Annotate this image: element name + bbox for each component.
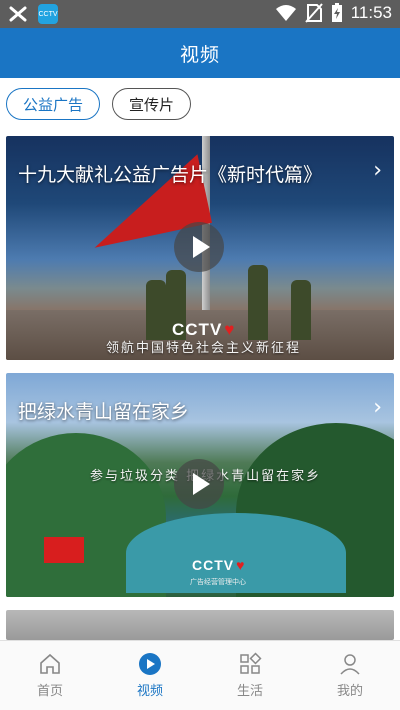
notification-icon bbox=[9, 6, 27, 22]
nav-item-profile[interactable]: 我的 bbox=[300, 641, 400, 710]
chip-public-service-ads[interactable]: 公益广告 bbox=[6, 88, 101, 120]
play-button[interactable] bbox=[174, 459, 224, 509]
life-grid-icon bbox=[240, 652, 262, 674]
nav-item-home[interactable]: 首页 bbox=[0, 641, 100, 710]
clock: 11:53 bbox=[350, 3, 392, 22]
video-card[interactable]: 十九大献礼公益广告片《新时代篇》 › CCTV ♥ 领航中国特色社会主义新征程 bbox=[6, 136, 394, 360]
video-title: 十九大献礼公益广告片《新时代篇》 bbox=[18, 164, 323, 186]
play-icon bbox=[192, 473, 210, 495]
video-play-icon bbox=[139, 653, 161, 675]
scene-soldier bbox=[248, 265, 268, 340]
page-title: 视频 bbox=[179, 43, 220, 66]
wifi-icon bbox=[275, 5, 296, 21]
scene-soldier bbox=[146, 280, 166, 340]
bottom-nav: 首页 视频 生活 我的 bbox=[0, 640, 400, 710]
scene-soldier bbox=[291, 280, 311, 340]
nav-label: 我的 bbox=[336, 684, 363, 699]
no-sim-icon bbox=[304, 3, 323, 23]
video-card[interactable] bbox=[6, 610, 394, 640]
chevron-right-icon[interactable]: › bbox=[373, 395, 382, 420]
nav-item-life[interactable]: 生活 bbox=[200, 641, 300, 710]
nav-label: 首页 bbox=[36, 684, 63, 699]
chip-promo-videos[interactable]: 宣传片 bbox=[112, 88, 192, 120]
video-caption: 领航中国特色社会主义新征程 bbox=[106, 341, 302, 356]
status-bar: CCTV 11:53 bbox=[0, 0, 400, 28]
video-card[interactable]: 把绿水青山留在家乡 › 参与垃圾分类 把绿水青山留在家乡 CCTV ♥ 广告经营管… bbox=[6, 373, 394, 597]
nav-item-video[interactable]: 视频 bbox=[100, 641, 200, 710]
app-icon: CCTV bbox=[38, 4, 58, 24]
home-icon bbox=[40, 653, 60, 674]
profile-icon bbox=[340, 654, 360, 675]
scene-flag bbox=[44, 537, 84, 563]
nav-label: 视频 bbox=[136, 684, 163, 699]
filter-chips: 公益广告 宣传片 bbox=[6, 88, 192, 120]
chevron-right-icon[interactable]: › bbox=[373, 158, 382, 183]
battery-charging-icon bbox=[331, 3, 342, 22]
app-header: 视频 bbox=[0, 28, 400, 78]
cctv-logo: CCTV ♥ bbox=[192, 557, 246, 573]
play-button[interactable] bbox=[174, 222, 224, 272]
video-sub-logo: 广告经营管理中心 bbox=[190, 578, 246, 586]
video-title: 把绿水青山留在家乡 bbox=[18, 401, 190, 423]
nav-label: 生活 bbox=[236, 684, 263, 699]
play-icon bbox=[192, 236, 210, 258]
